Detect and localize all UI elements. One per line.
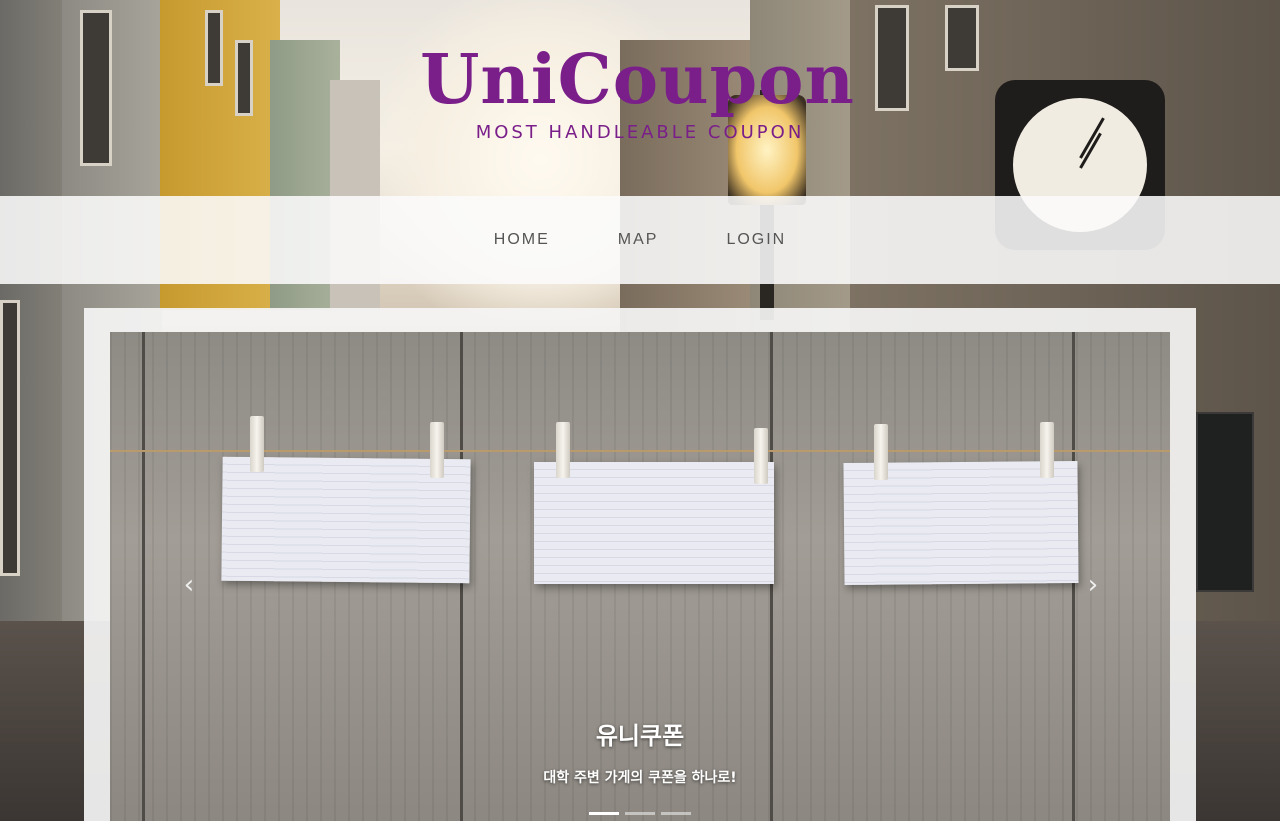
chalkboard-sign [1196,412,1254,592]
chevron-right-icon[interactable]: › [1078,570,1108,600]
carousel-indicator[interactable] [661,812,691,815]
carousel-caption: 유니쿠폰 대학 주변 가게의 쿠폰을 하나로! [110,716,1170,787]
clothespin [556,422,570,478]
nav-home-link[interactable]: HOME [492,225,552,255]
site-logo-title[interactable]: UniCoupon [0,40,1280,120]
chevron-left-icon[interactable]: ‹ [174,570,204,600]
image-carousel: ‹ › 유니쿠폰 대학 주변 가게의 쿠폰을 하나로! [110,332,1170,821]
site-tagline: MOST HANDLEABLE COUPON [475,122,805,143]
main-navbar: HOME MAP LOGIN [0,196,1280,284]
carousel-indicator[interactable] [589,812,619,815]
carousel-caption-title: 유니쿠폰 [595,722,685,750]
brand-header: UniCoupon MOST HANDLEABLE COUPON [0,40,1280,143]
clothespin [754,428,768,484]
carousel-caption-text: 대학 주변 가게의 쿠폰을 하나로! [543,770,737,786]
carousel-indicators [110,812,1170,815]
blank-card [534,462,774,584]
window [0,300,20,576]
clothespin [874,424,888,480]
clothespin [1040,422,1054,478]
carousel-indicator[interactable] [625,812,655,815]
nav-login-link[interactable]: LOGIN [724,225,788,255]
clothespin [430,422,444,478]
nav-map-link[interactable]: MAP [616,225,661,255]
clothesline [110,450,1170,452]
content-panel: ‹ › 유니쿠폰 대학 주변 가게의 쿠폰을 하나로! [84,308,1196,821]
clothespin [250,416,264,472]
